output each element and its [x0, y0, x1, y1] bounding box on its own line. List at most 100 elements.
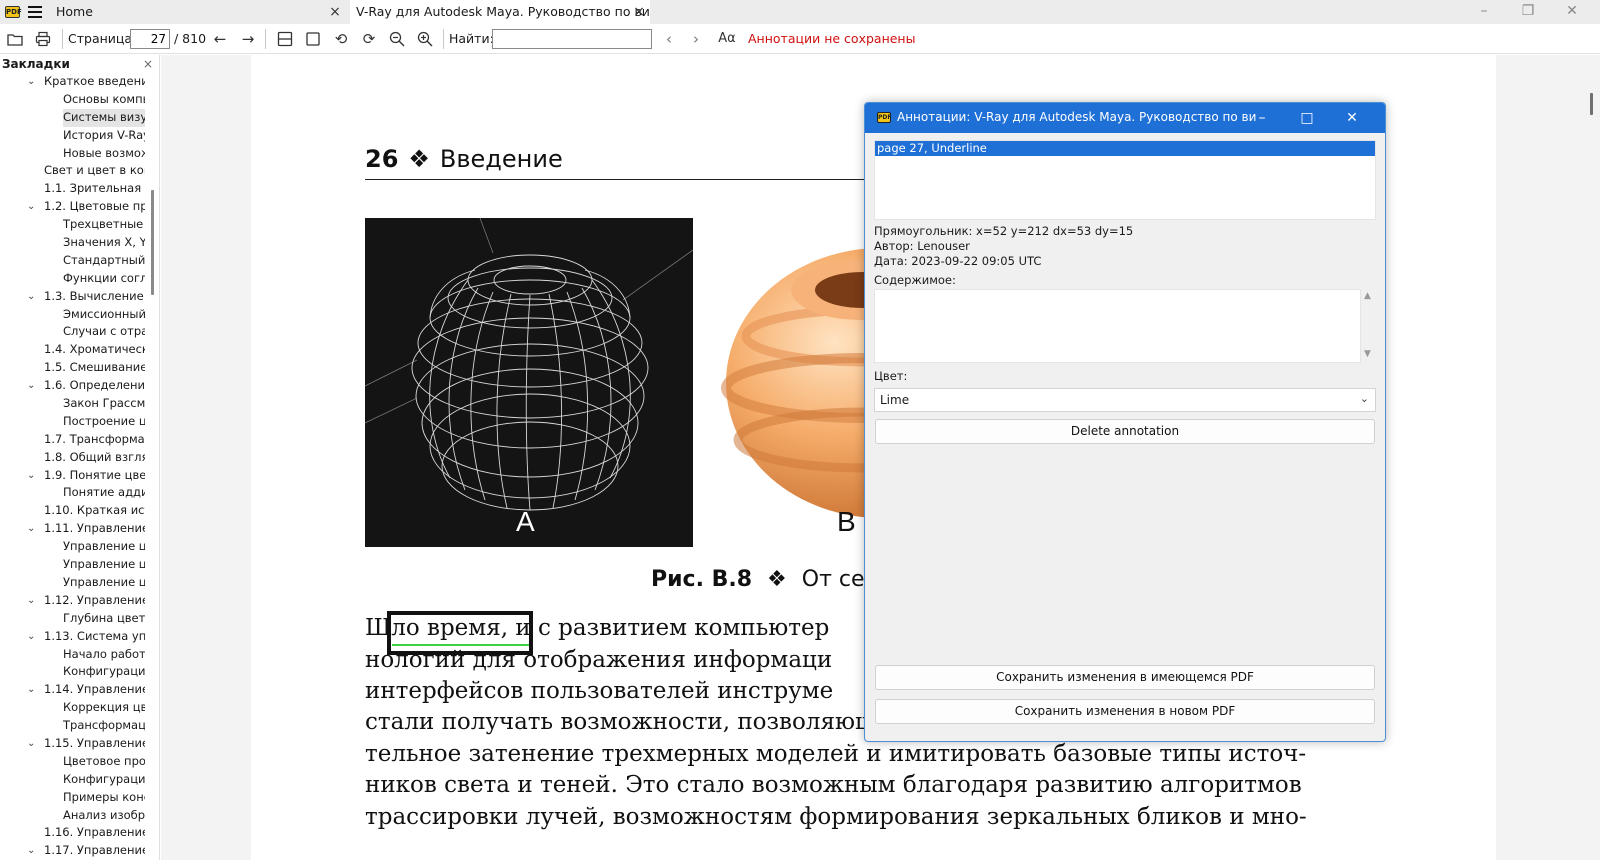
- bookmark-item[interactable]: 1.10. Краткая истор: [0, 502, 145, 520]
- delete-annotation-button[interactable]: Delete annotation: [875, 419, 1375, 444]
- bookmark-item[interactable]: Трансформаці: [0, 717, 145, 735]
- bookmark-item[interactable]: Новые возмож: [0, 145, 145, 163]
- bookmark-item[interactable]: ⌄ 1.13. Система упра: [0, 628, 145, 646]
- bookmark-label: 1.6. Определение і: [44, 378, 145, 393]
- bookmark-item[interactable]: Закон Грассма: [0, 395, 145, 413]
- document-scrollbar-thumb[interactable]: [1590, 93, 1593, 115]
- hamburger-menu-icon[interactable]: [28, 6, 42, 18]
- bookmark-item[interactable]: 1.5. Смешивание ц: [0, 359, 145, 377]
- bookmark-item[interactable]: ⌄ 1.6. Определение і: [0, 377, 145, 395]
- bookmark-item[interactable]: 1.7. Трансформаці: [0, 431, 145, 449]
- chevron-down-icon[interactable]: ⌄: [27, 592, 37, 610]
- bookmark-label: 1.4. Хроматическа: [44, 342, 145, 357]
- bookmark-item[interactable]: Построение цв: [0, 413, 145, 431]
- bookmark-item[interactable]: Трехцветные зі: [0, 216, 145, 234]
- bookmark-item[interactable]: 1.1. Зрительная си: [0, 180, 145, 198]
- chevron-down-icon[interactable]: ⌄: [27, 377, 37, 395]
- bookmark-item[interactable]: 1.16. Управление ц: [0, 824, 145, 842]
- bookmarks-scrollbar[interactable]: [151, 190, 154, 295]
- dialog-maximize-button[interactable]: □: [1292, 107, 1322, 129]
- fit-width-icon[interactable]: [276, 30, 294, 48]
- bookmark-item[interactable]: Функции согла: [0, 270, 145, 288]
- content-scrollbar[interactable]: ▲ ▼: [1361, 289, 1376, 363]
- bookmark-item[interactable]: Свет и цвет в комп: [0, 162, 145, 180]
- bookmark-item[interactable]: Цветовое прос: [0, 753, 145, 771]
- annotation-content-textarea[interactable]: [874, 289, 1361, 363]
- minimize-window-button[interactable]: –: [1462, 0, 1506, 24]
- bookmark-item[interactable]: ⌄ 1.17. Управление ц: [0, 842, 145, 860]
- annotation-list[interactable]: page 27, Underline: [874, 140, 1376, 220]
- close-window-button[interactable]: ✕: [1550, 0, 1594, 24]
- back-arrow-icon[interactable]: ←: [211, 30, 229, 48]
- bookmarks-close-icon[interactable]: ×: [143, 55, 153, 73]
- bookmark-item[interactable]: Системы визуа: [0, 108, 145, 127]
- bookmark-item[interactable]: История V-Ray: [0, 127, 145, 145]
- bookmark-item[interactable]: Стандартный н: [0, 252, 145, 270]
- bookmark-item[interactable]: Глубина цвета: [0, 610, 145, 628]
- tab-document-close-icon[interactable]: ×: [632, 0, 646, 24]
- chevron-down-icon[interactable]: ⌄: [27, 73, 37, 91]
- zoom-in-icon[interactable]: [416, 30, 434, 48]
- open-folder-icon[interactable]: [6, 30, 24, 48]
- selected-annotation-box[interactable]: [387, 611, 533, 655]
- bookmark-item[interactable]: Управление цв: [0, 538, 145, 556]
- chevron-down-icon[interactable]: ⌄: [27, 520, 37, 538]
- tab-document[interactable]: V-Ray для Autodesk Maya. Руководство по …: [350, 0, 650, 24]
- print-icon[interactable]: [34, 30, 52, 48]
- bookmark-label: Системы визуа: [63, 108, 145, 127]
- chevron-down-icon[interactable]: ⌄: [27, 735, 37, 753]
- save-existing-pdf-button[interactable]: Сохранить изменения в имеющемся PDF: [875, 665, 1375, 690]
- chevron-down-icon[interactable]: ⌄: [27, 288, 37, 306]
- bookmark-item[interactable]: Управление цв: [0, 556, 145, 574]
- page-number-input[interactable]: [130, 29, 170, 49]
- bookmark-item[interactable]: Понятие аддит: [0, 484, 145, 502]
- bookmark-item[interactable]: ⌄ 1.15. Управление ц: [0, 735, 145, 753]
- bookmark-item[interactable]: Эмиссионный: [0, 306, 145, 324]
- bookmark-item[interactable]: Конфигурация: [0, 771, 145, 789]
- scroll-up-icon[interactable]: ▲: [1364, 291, 1371, 301]
- find-previous-icon[interactable]: ‹: [660, 30, 678, 48]
- bookmark-item[interactable]: Коррекция цве: [0, 699, 145, 717]
- bookmark-item[interactable]: ⌄ Краткое введение: [0, 73, 145, 91]
- bookmark-item[interactable]: ⌄ 1.11. Управление ц: [0, 520, 145, 538]
- forward-arrow-icon[interactable]: →: [239, 30, 257, 48]
- bookmark-item[interactable]: 1.8. Общий взгляд: [0, 449, 145, 467]
- chevron-down-icon[interactable]: ⌄: [27, 628, 37, 646]
- scroll-down-icon[interactable]: ▼: [1364, 349, 1371, 359]
- bookmark-item[interactable]: ⌄ 1.9. Понятие цвето: [0, 467, 145, 485]
- bookmark-item[interactable]: Основы компь: [0, 91, 145, 109]
- annotation-list-item[interactable]: page 27, Underline: [875, 141, 1375, 156]
- dialog-title-bar[interactable]: PDF Аннотации: V-Ray для Autodesk Maya. …: [865, 103, 1385, 133]
- fit-page-icon[interactable]: [304, 30, 322, 48]
- bookmark-item[interactable]: Случаи с отраз: [0, 323, 145, 341]
- bookmark-item[interactable]: ⌄ 1.14. Управление ц: [0, 681, 145, 699]
- bookmark-item[interactable]: ⌄ 1.2. Цветовые про: [0, 198, 145, 216]
- find-next-icon[interactable]: ›: [687, 30, 705, 48]
- bookmark-item[interactable]: ⌄ 1.12. Управление ц: [0, 592, 145, 610]
- chevron-down-icon[interactable]: ⌄: [27, 681, 37, 699]
- bookmark-item[interactable]: Конфигурация: [0, 663, 145, 681]
- dialog-close-button[interactable]: ✕: [1337, 107, 1367, 129]
- tab-home[interactable]: Home ×: [48, 0, 346, 24]
- bookmark-item[interactable]: Примеры конс: [0, 789, 145, 807]
- dialog-minimize-button[interactable]: –: [1247, 107, 1277, 129]
- bookmark-item[interactable]: Начало работь: [0, 646, 145, 664]
- find-input[interactable]: [492, 29, 652, 49]
- chevron-down-icon[interactable]: ⌄: [27, 198, 37, 216]
- chevron-down-icon[interactable]: ⌄: [27, 842, 37, 860]
- bookmark-item[interactable]: Управление цв: [0, 574, 145, 592]
- chevron-down-icon[interactable]: ⌄: [27, 467, 37, 485]
- bookmark-item[interactable]: Анализ изобра: [0, 807, 145, 825]
- bookmark-item[interactable]: ⌄ 1.3. Вычисление X: [0, 288, 145, 306]
- bookmark-item[interactable]: Значения X, Y і: [0, 234, 145, 252]
- maximize-window-button[interactable]: ❐: [1506, 0, 1550, 24]
- bookmark-item[interactable]: 1.4. Хроматическа: [0, 341, 145, 359]
- tab-home-close-icon[interactable]: ×: [328, 0, 342, 24]
- zoom-out-icon[interactable]: [388, 30, 406, 48]
- bookmark-label: История V-Ray: [63, 127, 145, 142]
- rotate-right-icon[interactable]: ⟳: [360, 30, 378, 48]
- save-new-pdf-button[interactable]: Сохранить изменения в новом PDF: [875, 699, 1375, 724]
- color-select[interactable]: Lime ⌄: [874, 388, 1376, 412]
- match-case-icon[interactable]: Aα: [715, 30, 739, 48]
- rotate-left-icon[interactable]: ⟲: [332, 30, 350, 48]
